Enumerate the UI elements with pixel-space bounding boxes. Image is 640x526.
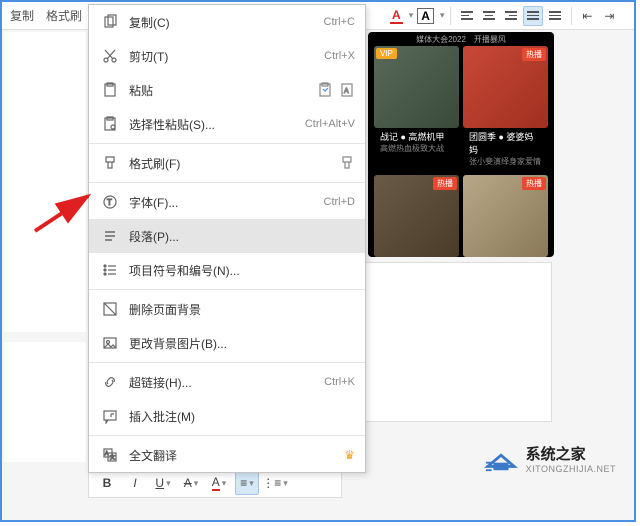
align-select-icon[interactable]: ≡▾ <box>235 471 259 495</box>
menu-paste[interactable]: 粘贴 A <box>89 73 365 107</box>
translate-icon: A文 <box>99 447 121 463</box>
watermark-logo-icon <box>482 442 520 474</box>
copy-icon <box>99 14 121 30</box>
crown-icon: ♛ <box>344 448 355 462</box>
video-tab-2[interactable]: 开播暴风 <box>474 34 506 45</box>
font-color-icon-2[interactable]: A▾ <box>207 471 231 495</box>
highlight-icon[interactable]: A <box>417 8 434 24</box>
align-distribute-icon[interactable] <box>545 6 565 26</box>
format-brush-icon <box>99 155 121 171</box>
menu-hyperlink[interactable]: 超链接(H)... Ctrl+K <box>89 365 365 399</box>
watermark: 系统之家 XITONGZHIJIA.NET <box>482 442 616 474</box>
align-center-icon[interactable] <box>479 6 499 26</box>
context-menu: 复制(C) Ctrl+C 剪切(T) Ctrl+X 粘贴 A 选择性粘贴(S).… <box>88 4 366 473</box>
cut-icon <box>99 48 121 64</box>
left-panel <box>4 32 86 332</box>
menu-change-bg[interactable]: 更改背景图片(B)... <box>89 326 365 360</box>
menu-paste-special[interactable]: 选择性粘贴(S)... Ctrl+Alt+V <box>89 107 365 141</box>
comment-icon <box>99 408 121 424</box>
align-justify-icon[interactable] <box>523 6 543 26</box>
paste-icon <box>99 82 121 98</box>
menu-format-brush[interactable]: 格式刷(F) <box>89 146 365 180</box>
align-group <box>457 6 565 26</box>
menu-translate[interactable]: A文 全文翻译 ♛ <box>89 438 365 472</box>
menu-bullets[interactable]: 项目符号和编号(N)... <box>89 253 365 287</box>
menu-clear-bg[interactable]: 删除页面背景 <box>89 292 365 326</box>
clear-bg-icon <box>99 301 121 317</box>
font-color-icon[interactable]: A <box>390 8 403 24</box>
toolbar-format[interactable]: 格式刷 <box>42 7 86 24</box>
video-card-1[interactable]: VIP <box>374 46 459 128</box>
italic-icon[interactable]: I <box>123 471 147 495</box>
align-right-icon[interactable] <box>501 6 521 26</box>
left-panel-2 <box>4 342 86 462</box>
menu-copy[interactable]: 复制(C) Ctrl+C <box>89 5 365 39</box>
align-left-icon[interactable] <box>457 6 477 26</box>
bold-icon[interactable]: B <box>95 471 119 495</box>
link-icon <box>99 374 121 390</box>
underline-icon[interactable]: U▾ <box>151 471 175 495</box>
menu-font[interactable]: T 字体(F)... Ctrl+D <box>89 185 365 219</box>
annotation-arrow <box>30 186 100 236</box>
video-card-2[interactable]: 热播 <box>463 46 548 128</box>
paste-options[interactable]: A <box>317 82 355 98</box>
list-icon <box>99 262 121 278</box>
video-tab-1[interactable]: 媒体大会2022 <box>416 34 466 45</box>
menu-cut[interactable]: 剪切(T) Ctrl+X <box>89 39 365 73</box>
strike-icon[interactable]: A▾ <box>179 471 203 495</box>
brush-extra-icon <box>339 155 355 171</box>
menu-comment[interactable]: 插入批注(M) <box>89 399 365 433</box>
font-icon: T <box>99 194 121 210</box>
paragraph-icon <box>99 228 121 244</box>
bullets-icon[interactable]: ⋮≡▾ <box>263 471 287 495</box>
paste-special-icon <box>99 116 121 132</box>
svg-text:T: T <box>107 198 112 207</box>
indent-increase-icon[interactable]: ⇥ <box>600 7 618 25</box>
indent-decrease-icon[interactable]: ⇤ <box>578 7 596 25</box>
video-card-3[interactable]: 热播 <box>374 175 459 257</box>
svg-text:A: A <box>344 88 349 95</box>
image-icon <box>99 335 121 351</box>
svg-text:文: 文 <box>110 454 115 461</box>
toolbar-copy[interactable]: 复制 <box>6 7 38 24</box>
video-panel: 媒体大会2022 开播暴风 VIP 战记 ● 高燃机甲 高燃热血极致大战 热播 … <box>368 32 554 257</box>
menu-paragraph[interactable]: 段落(P)... <box>89 219 365 253</box>
video-card-4[interactable]: 热播 <box>463 175 548 257</box>
